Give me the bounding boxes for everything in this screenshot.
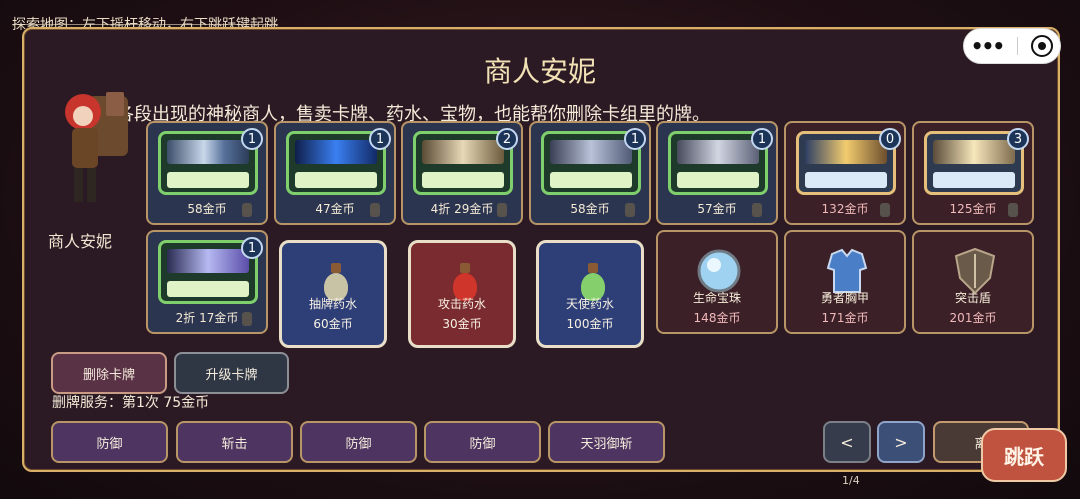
relic-name: 突击盾 <box>954 291 991 305</box>
relic-item[interactable]: 生命宝珠 148金币 <box>656 230 778 334</box>
shop-card-item[interactable]: 1 58金币 <box>529 121 651 225</box>
card-label-bar <box>805 172 887 188</box>
shop-card-item[interactable]: 3 125金币 <box>912 121 1034 225</box>
potion-item[interactable]: 天使药水 100金币 <box>536 240 644 348</box>
potion-price: 100金币 <box>566 317 614 331</box>
card-count-badge: 1 <box>241 237 263 259</box>
deck-card[interactable]: 防御 <box>424 421 541 463</box>
card-frame: 3 <box>924 128 1029 195</box>
card-count-badge: 3 <box>1007 128 1029 150</box>
potion-name: 攻击药水 <box>437 297 486 311</box>
card-art <box>677 140 759 164</box>
relic-name: 生命宝珠 <box>692 291 741 305</box>
shop-card-item[interactable]: 1 47金币 <box>274 121 396 225</box>
relic-price: 201金币 <box>949 311 997 325</box>
card-count-badge: 1 <box>751 128 773 150</box>
card-count-badge: 1 <box>241 128 263 150</box>
relic-name: 勇者胸甲 <box>820 291 869 305</box>
card-price: 58金币 <box>187 202 227 216</box>
card-price: 58金币 <box>570 202 610 216</box>
card-frame: 1 <box>668 128 773 195</box>
shop-card-item[interactable]: 1 58金币 <box>146 121 268 225</box>
card-price: 57金币 <box>697 202 737 216</box>
potion-name: 抽牌药水 <box>308 297 357 311</box>
page-indicator: 1/4 <box>842 474 860 487</box>
card-art <box>167 249 249 273</box>
shop-card-item[interactable]: 0 132金币 <box>784 121 906 225</box>
card-frame: 1 <box>158 128 263 195</box>
potion-price: 30金币 <box>442 317 482 331</box>
card-count-badge: 1 <box>624 128 646 150</box>
deck-card[interactable]: 防御 <box>51 421 168 463</box>
card-price: 2折 17金币 <box>175 311 239 325</box>
card-frame: 0 <box>796 128 901 195</box>
card-art <box>167 140 249 164</box>
card-label-bar <box>677 172 759 188</box>
shop-card-item[interactable]: 2 4折 29金币 <box>401 121 523 225</box>
card-count-badge: 2 <box>496 128 518 150</box>
relic-item[interactable]: 突击盾 201金币 <box>912 230 1034 334</box>
card-label-bar <box>167 281 249 297</box>
potion-price: 60金币 <box>313 317 353 331</box>
card-art <box>805 140 887 164</box>
potion-item[interactable]: 攻击药水 30金币 <box>408 240 516 348</box>
card-price: 4折 29金币 <box>430 202 494 216</box>
card-frame: 2 <box>413 128 518 195</box>
card-price: 125金币 <box>949 202 997 216</box>
card-label-bar <box>933 172 1015 188</box>
relic-price: 171金币 <box>821 311 869 325</box>
shop-card-item[interactable]: 1 57金币 <box>656 121 778 225</box>
card-frame: 1 <box>541 128 646 195</box>
prev-page-button[interactable]: < <box>823 421 871 463</box>
card-art <box>295 140 377 164</box>
card-count-badge: 1 <box>369 128 391 150</box>
deck-card[interactable]: 防御 <box>300 421 417 463</box>
upgrade-card-button[interactable]: 升级卡牌 <box>174 352 289 394</box>
next-page-button[interactable]: > <box>877 421 925 463</box>
card-label-bar <box>550 172 632 188</box>
card-frame: 1 <box>158 237 263 304</box>
card-art <box>933 140 1015 164</box>
deck-card[interactable]: 天羽御斩 <box>548 421 665 463</box>
shop-card-item[interactable]: 1 2折 17金币 <box>146 230 268 334</box>
relic-price: 148金币 <box>693 311 741 325</box>
potion-item[interactable]: 抽牌药水 60金币 <box>279 240 387 348</box>
card-art <box>422 140 504 164</box>
relic-item[interactable]: 勇者胸甲 171金币 <box>784 230 906 334</box>
card-count-badge: 0 <box>879 128 901 150</box>
merchant-portrait <box>65 92 128 202</box>
page-title: 商人安妮 <box>483 55 596 88</box>
card-price: 132金币 <box>821 202 869 216</box>
card-label-bar <box>295 172 377 188</box>
card-label-bar <box>167 172 249 188</box>
card-label-bar <box>422 172 504 188</box>
jump-button[interactable]: 跳跃 <box>981 428 1067 482</box>
remove-service-info: 删牌服务：第1次 75金币 <box>52 395 210 411</box>
card-frame: 1 <box>286 128 391 195</box>
merchant-name: 商人安妮 <box>48 232 113 251</box>
potion-name: 天使药水 <box>565 297 614 311</box>
card-price: 47金币 <box>315 202 355 216</box>
card-art <box>550 140 632 164</box>
remove-card-button[interactable]: 删除卡牌 <box>51 352 167 394</box>
deck-card[interactable]: 斩击 <box>176 421 293 463</box>
